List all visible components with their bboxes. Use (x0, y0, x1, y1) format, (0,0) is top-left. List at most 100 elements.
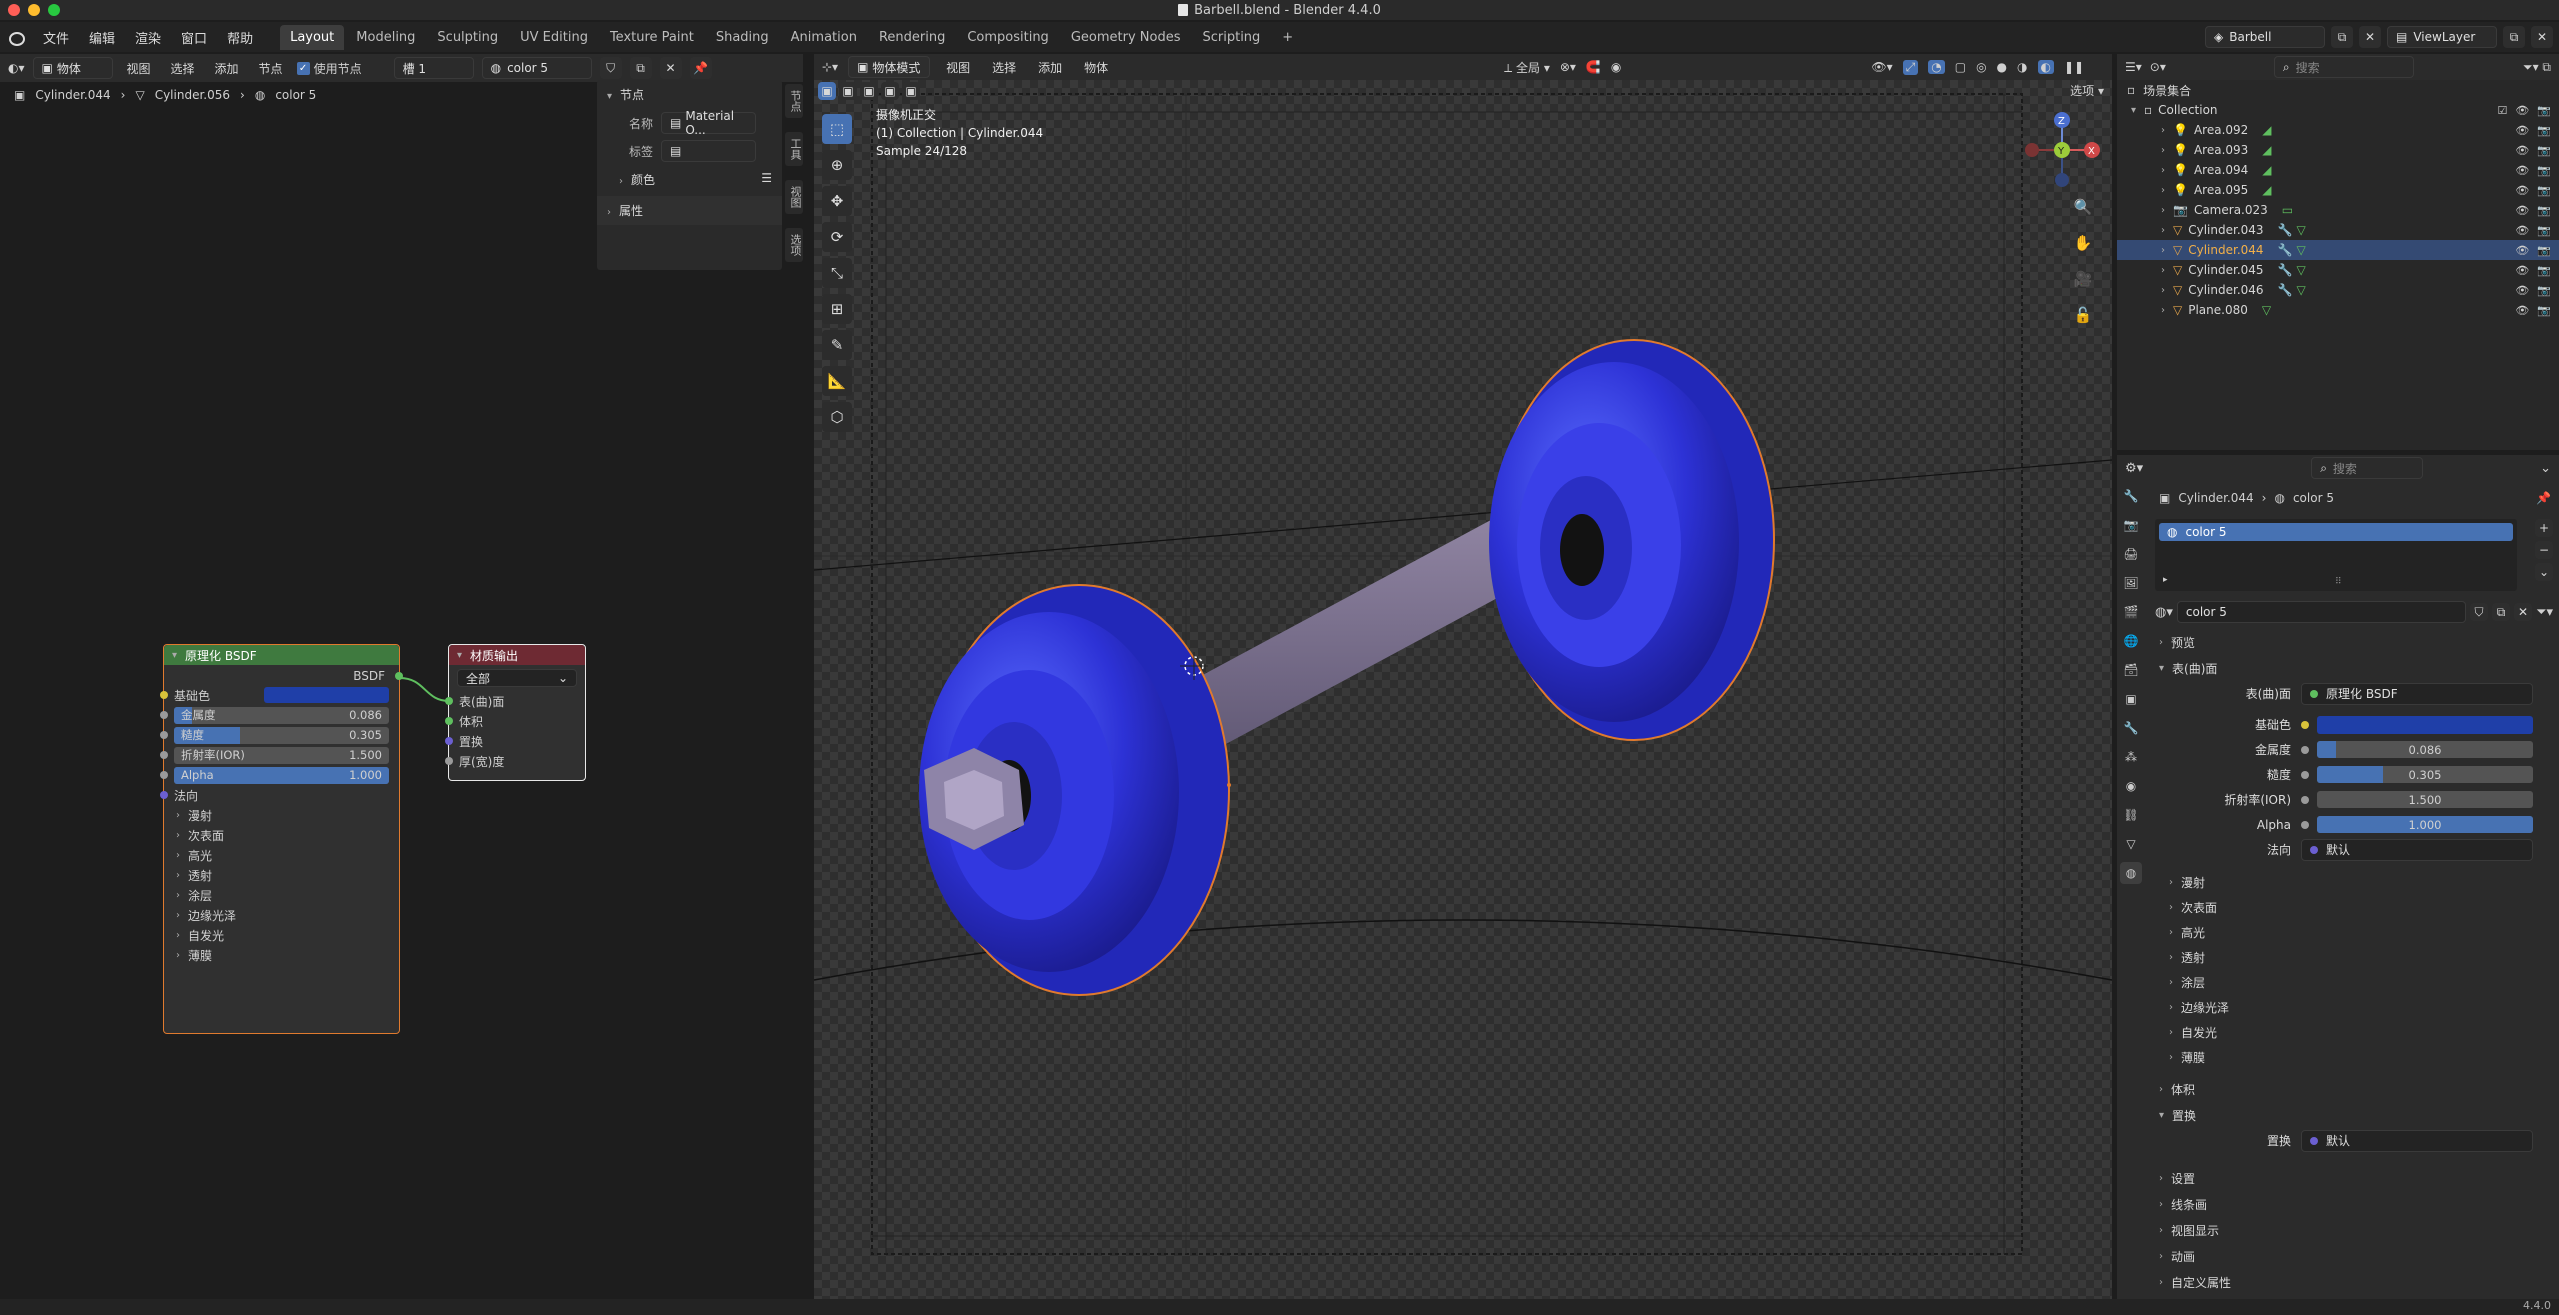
proportional-edit-icon[interactable]: ◉ (1611, 60, 1621, 74)
filter-icon[interactable]: ⏷▾ ⧉ (2523, 60, 2551, 75)
pause-render-icon[interactable]: ❚❚ (2064, 60, 2084, 74)
bsdf-node-header[interactable]: ▾ 原理化 BSDF (164, 645, 399, 665)
scene-tab-icon[interactable]: 🎬 (2120, 601, 2142, 623)
outliner-item[interactable]: › 📷 Camera.023 ▭ 👁 📷 (2117, 200, 2559, 220)
pin-icon[interactable]: 📌 (689, 57, 712, 79)
overlays-icon[interactable]: ◔ (1928, 60, 1945, 74)
remove-slot-icon[interactable]: − (2535, 541, 2553, 559)
add-workspace-button[interactable]: + (1272, 25, 1303, 50)
editor-type-icon[interactable]: ⚙▾ (2125, 461, 2143, 476)
eye-icon[interactable]: 👁 (2515, 144, 2529, 157)
principled-bsdf-node[interactable]: ▾ 原理化 BSDF BSDF 基础色 金属度 0.086 糙度 0.305 折射率(… (160, 644, 403, 1034)
snap-icon[interactable]: 🧲 (1586, 60, 1601, 74)
scene-selector[interactable]: ◈ Barbell (2205, 26, 2325, 48)
gizmo-icon[interactable]: ⤢ (1902, 59, 1919, 75)
particles-tab-icon[interactable]: ⁂ (2120, 746, 2142, 768)
metallic-slider[interactable]: 金属度 0.086 (174, 706, 389, 724)
select-new-icon[interactable]: ▣ (818, 82, 836, 100)
output-node-header[interactable]: ▾ 材质输出 (449, 645, 585, 665)
bsdf-subsection-coat[interactable]: › 涂层 (164, 885, 399, 905)
3d-viewport[interactable]: ⊹▾ ▣ 物体模式 视图 选择 添加 物体 ⟂ 全局 ▾ ⊗▾ 🧲 ◉ 👁▾ ⤢… (814, 54, 2112, 1299)
outliner-item[interactable]: › 💡 Area.095 ◢ 👁 📷 (2117, 180, 2559, 200)
material-slot-item[interactable]: ◍ color 5 (2159, 523, 2513, 541)
expand-list-icon[interactable]: ▸ (2163, 575, 2168, 585)
object-tab-icon[interactable]: ▣ (2120, 688, 2142, 710)
resize-handle-icon[interactable]: ⠿ (2335, 577, 2342, 587)
camera-icon[interactable]: 📷 (2537, 144, 2551, 157)
navigation-gizmo[interactable]: Z X Y (2022, 110, 2102, 190)
property-subsection-thin-film[interactable]: › 薄膜 (2151, 1045, 2559, 1070)
outliner-item-selected[interactable]: › ▽ Cylinder.044 🔧 ▽ 👁 📷 (2117, 240, 2559, 260)
input-socket[interactable] (445, 757, 453, 765)
material-output-node[interactable]: ▾ 材质输出 全部 ⌄ 表(曲)面 体积 置换 厚(宽)度 (445, 644, 586, 781)
tab-node[interactable]: 节点 (785, 84, 803, 118)
mode-selector[interactable]: ▣ 物体模式 (848, 56, 931, 78)
use-nodes-toggle[interactable]: ✓ 使用节点 (296, 60, 362, 77)
node-label-field[interactable]: ▤ (661, 140, 756, 162)
unlink-material-icon[interactable]: ✕ (659, 57, 682, 79)
base-color-property-swatch[interactable] (2317, 715, 2533, 734)
property-subsection-diffuse[interactable]: › 漫射 (2151, 870, 2559, 895)
property-subsection-subsurface[interactable]: › 次表面 (2151, 895, 2559, 920)
viewport-options-button[interactable]: 选项 ▾ (2070, 82, 2104, 99)
tab-texture-paint[interactable]: Texture Paint (600, 25, 704, 50)
add-cube-tool-icon[interactable]: ⬡ (822, 402, 852, 432)
outliner-item[interactable]: › 💡 Area.094 ◢ 👁 📷 (2117, 160, 2559, 180)
pan-hand-icon[interactable]: ✋ (2070, 230, 2096, 256)
camera-view-icon[interactable]: 🎥 (2070, 266, 2096, 292)
minimize-window-button[interactable] (28, 4, 40, 16)
transform-orientation-selector[interactable]: ⟂ 全局 ▾ (1504, 59, 1550, 76)
data-tab-icon[interactable]: ▽ (2120, 833, 2142, 855)
shading-material-icon[interactable]: ◑ (2017, 60, 2027, 74)
material-tab-icon[interactable]: ◍ (2120, 862, 2142, 884)
eye-icon[interactable]: 👁 (2515, 264, 2529, 277)
render-tab-icon[interactable]: 📷 (2120, 514, 2142, 536)
shading-rendered-icon[interactable]: ◐ (2037, 60, 2054, 74)
surface-shader-selector[interactable]: 原理化 BSDF (2301, 682, 2533, 705)
outliner-item[interactable]: › ▽ Cylinder.043 🔧 ▽ 👁 📷 (2117, 220, 2559, 240)
eye-icon[interactable]: 👁 (2515, 184, 2529, 197)
shading-wireframe-icon[interactable]: ◎ (1976, 60, 1986, 74)
roughness-slider[interactable]: 糙度 0.305 (174, 726, 389, 744)
fake-user-icon[interactable]: ⛉ (2470, 603, 2489, 621)
delete-scene-icon[interactable]: ✕ (2359, 26, 2381, 48)
section-settings[interactable]: › 设置 (2151, 1165, 2559, 1191)
delete-view-layer-icon[interactable]: ✕ (2531, 26, 2553, 48)
node-properties-section[interactable]: › 属性 (597, 196, 782, 225)
outliner-item[interactable]: › ▽ Cylinder.045 🔧 ▽ 👁 📷 (2117, 260, 2559, 280)
scale-tool-icon[interactable]: ⤡ (822, 258, 852, 288)
select-box-tool-icon[interactable]: ⬚ (822, 114, 852, 144)
editor-type-icon[interactable]: ☰▾ (2125, 60, 2142, 74)
camera-icon[interactable]: 📷 (2537, 224, 2551, 237)
alpha-property-slider[interactable]: 1.000 (2317, 816, 2533, 833)
menu-edit[interactable]: 编辑 (80, 24, 124, 51)
tab-animation[interactable]: Animation (781, 25, 867, 50)
bsdf-subsection-emission[interactable]: › 自发光 (164, 925, 399, 945)
xray-icon[interactable]: ▢ (1955, 60, 1966, 74)
physics-tab-icon[interactable]: ◉ (2120, 775, 2142, 797)
outliner-item[interactable]: › ▽ Cylinder.046 🔧 ▽ 👁 📷 (2117, 280, 2559, 300)
zoom-window-button[interactable] (48, 4, 60, 16)
rotate-tool-icon[interactable]: ⟳ (822, 222, 852, 252)
input-socket[interactable] (445, 697, 453, 705)
tab-rendering[interactable]: Rendering (869, 25, 955, 50)
menu-node-view[interactable]: 视图 (121, 58, 157, 79)
camera-icon[interactable]: 📷 (2537, 184, 2551, 197)
ior-slider[interactable]: 折射率(IOR) 1.500 (174, 746, 389, 764)
outliner-scene-collection[interactable]: ▫ 场景集合 (2117, 80, 2559, 100)
tab-view[interactable]: 视图 (785, 180, 803, 214)
slot-menu-icon[interactable]: ⌄ (2535, 563, 2553, 581)
input-socket[interactable] (160, 791, 168, 799)
menu-render[interactable]: 渲染 (126, 24, 170, 51)
constraints-tab-icon[interactable]: ⛓ (2120, 804, 2142, 826)
section-line-art[interactable]: › 线条画 (2151, 1191, 2559, 1217)
shader-type-selector[interactable]: ▣ 物体 (32, 57, 113, 79)
exclude-checkbox-icon[interactable]: ☑ (2497, 104, 2507, 117)
camera-icon[interactable]: 📷 (2537, 164, 2551, 177)
input-socket[interactable] (160, 731, 168, 739)
camera-icon[interactable]: 📷 (2537, 204, 2551, 217)
menu-file[interactable]: 文件 (34, 24, 78, 51)
fake-user-icon[interactable]: ⛉ (599, 57, 622, 79)
material-slot-selector[interactable]: 槽 1 (393, 57, 474, 79)
property-subsection-coat[interactable]: › 涂层 (2151, 970, 2559, 995)
